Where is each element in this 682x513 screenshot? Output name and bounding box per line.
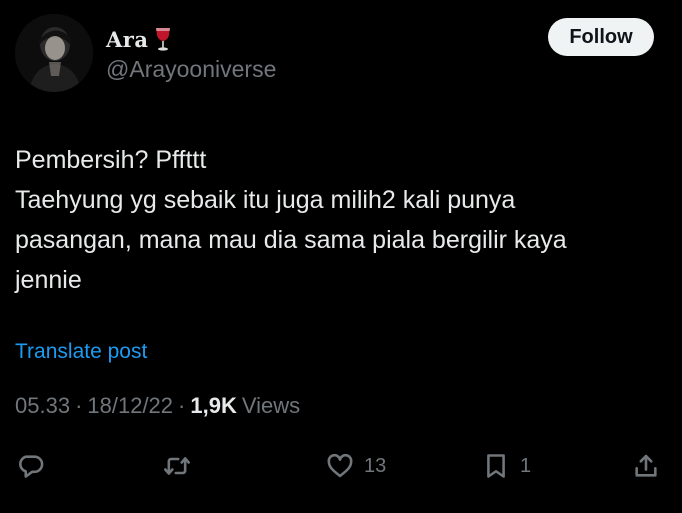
- retweet-button[interactable]: [163, 446, 201, 486]
- like-count: 13: [364, 454, 387, 477]
- like-button[interactable]: 13: [326, 446, 386, 486]
- views-label: Views: [241, 393, 301, 418]
- heart-icon: [327, 453, 353, 478]
- bookmark-button[interactable]: 1: [482, 446, 531, 486]
- views-count: 1,9K: [190, 393, 237, 418]
- bookmark-count: 1: [520, 454, 532, 477]
- retweet-icon: [164, 457, 190, 475]
- display-name[interactable]: Ara: [106, 27, 148, 52]
- share-icon: [635, 454, 657, 477]
- share-button[interactable]: [632, 446, 670, 486]
- reply-button[interactable]: [17, 446, 55, 486]
- author-handle[interactable]: @Arayooniverse: [106, 56, 276, 83]
- bookmark-icon: [487, 454, 505, 478]
- meta-separator: ·: [178, 393, 186, 418]
- follow-button[interactable]: Follow: [548, 18, 654, 56]
- avatar-photo: [15, 14, 93, 92]
- action-bar: 13 1: [0, 446, 682, 486]
- translate-post-link[interactable]: Translate post: [15, 340, 147, 364]
- avatar[interactable]: [15, 14, 93, 92]
- tweet-text-line: Pembersih? Pffttt: [15, 146, 207, 174]
- meta-separator: ·: [75, 393, 83, 418]
- tweet-text-line: Taehyung yg sebaik itu juga milih2 kali …: [15, 186, 516, 214]
- tweet-text-line: jennie: [15, 266, 82, 294]
- tweet-card: Ara @Arayooniverse Follow Pembersih? Pff…: [0, 0, 682, 513]
- post-date[interactable]: 18/12/22: [87, 393, 173, 419]
- wine-glass-icon: [156, 28, 171, 51]
- tweet-text-line: pasangan, mana mau dia sama piala bergil…: [15, 226, 567, 254]
- tweet-meta: 05.33 · 18/12/22 · 1,9K Views: [15, 393, 300, 419]
- post-time[interactable]: 05.33: [15, 393, 70, 419]
- reply-icon: [19, 455, 44, 478]
- author-name-row[interactable]: Ara: [106, 24, 172, 54]
- tweet-text: Pembersih? Pffttt Taehyung yg sebaik itu…: [15, 140, 655, 300]
